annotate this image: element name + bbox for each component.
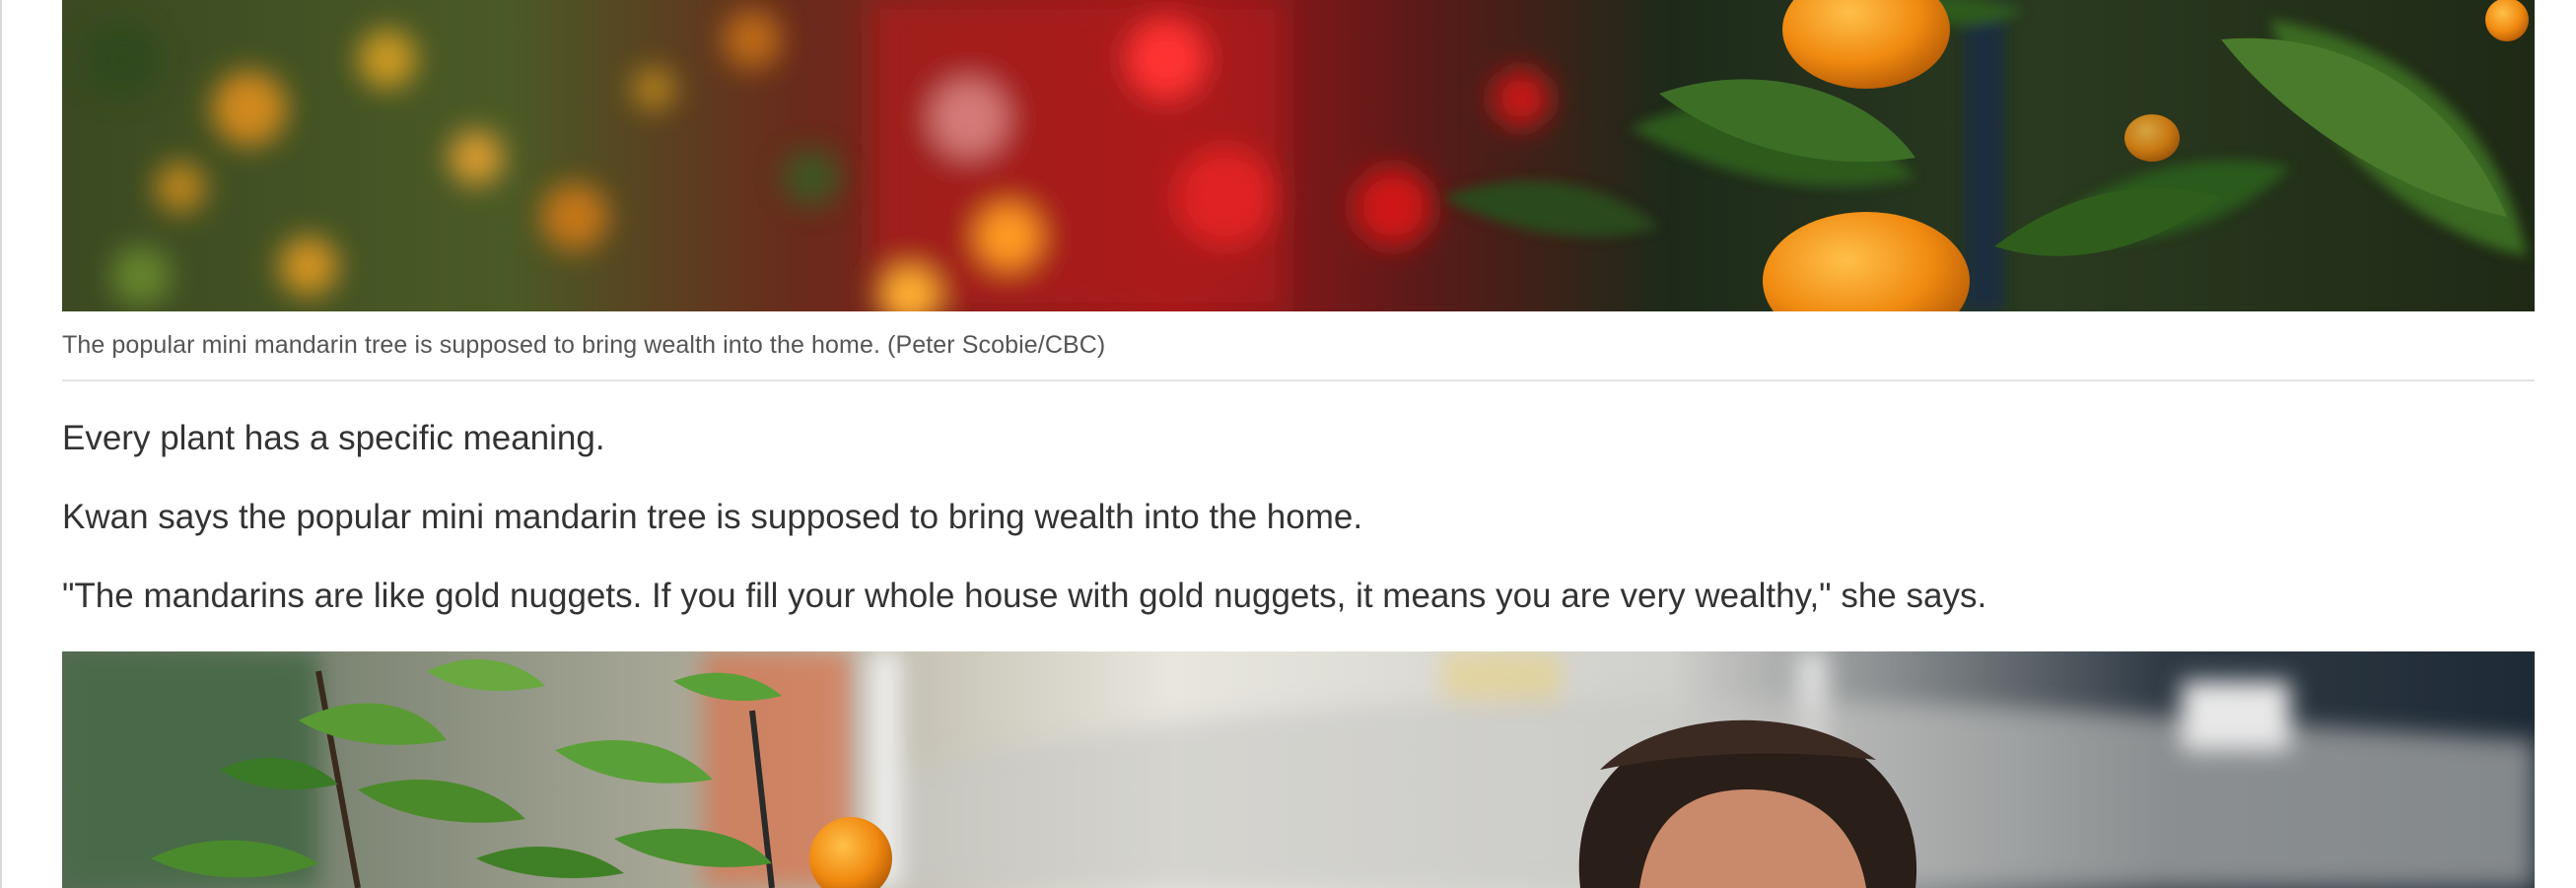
article-paragraph: Every plant has a specific meaning. <box>62 419 605 457</box>
photo-caption: The popular mini mandarin tree is suppos… <box>62 331 1106 359</box>
woman-with-plants-image <box>62 651 2535 888</box>
article-body: The popular mini mandarin tree is suppos… <box>62 0 2535 888</box>
mandarin-tree-photo <box>62 0 2535 311</box>
caption-divider <box>62 379 2535 381</box>
woman-with-mandarin-plants-photo <box>62 651 2535 888</box>
article-paragraph: Kwan says the popular mini mandarin tree… <box>62 498 1363 536</box>
article-paragraph: "The mandarins are like gold nuggets. If… <box>62 577 1987 615</box>
mandarin-tree-image <box>62 0 2535 311</box>
